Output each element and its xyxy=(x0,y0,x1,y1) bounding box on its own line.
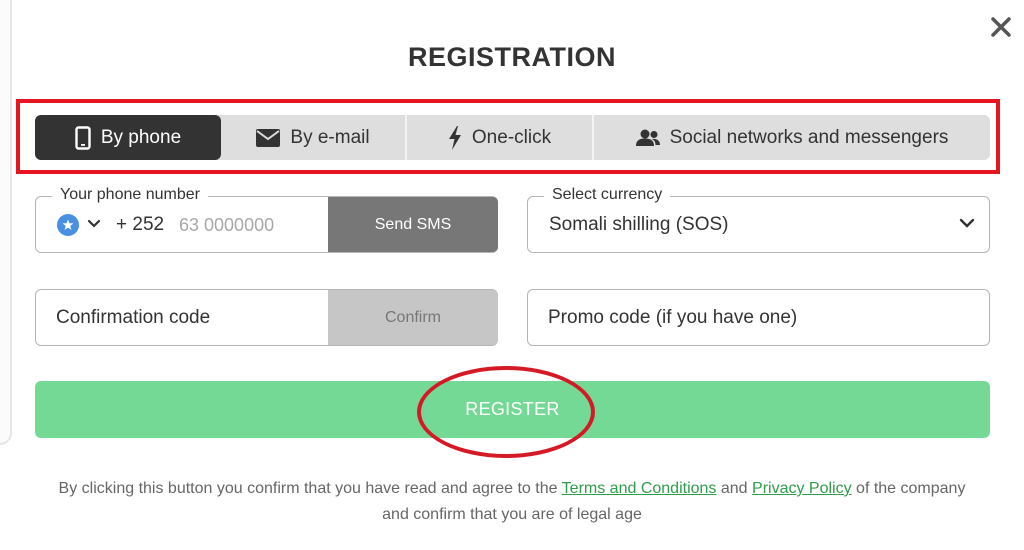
currency-selected-value: Somali shilling (SOS) xyxy=(549,214,729,235)
promo-code-input[interactable] xyxy=(548,304,968,332)
envelope-icon xyxy=(256,128,281,147)
tab-label: One-click xyxy=(471,126,552,148)
confirmation-code-field: Confirm xyxy=(35,289,498,346)
tab-label: By e-mail xyxy=(290,126,370,148)
dial-code: + 252 xyxy=(116,214,165,235)
terms-text-before: By clicking this button you confirm that… xyxy=(58,480,562,497)
phone-field-legend: Your phone number xyxy=(52,186,208,204)
lightning-icon xyxy=(448,125,461,150)
confirm-button[interactable]: Confirm xyxy=(328,290,498,345)
confirmation-code-input[interactable] xyxy=(56,304,316,332)
chevron-down-icon[interactable] xyxy=(87,219,101,229)
currency-field-legend: Select currency xyxy=(544,186,671,204)
privacy-policy-link[interactable]: Privacy Policy xyxy=(752,480,852,497)
phone-input[interactable] xyxy=(179,211,319,239)
somalia-flag-icon[interactable] xyxy=(57,214,79,236)
close-button[interactable] xyxy=(986,12,1016,42)
registration-tabs: By phone By e-mail One-click Social netw… xyxy=(35,115,990,160)
tab-one-click[interactable]: One-click xyxy=(407,115,594,160)
terms-notice: By clicking this button you confirm that… xyxy=(50,476,974,528)
tab-by-email[interactable]: By e-mail xyxy=(221,115,407,160)
terms-text-and: and xyxy=(716,480,753,497)
tab-by-phone[interactable]: By phone xyxy=(35,115,221,160)
phone-icon xyxy=(75,125,91,150)
chevron-down-icon xyxy=(959,218,975,228)
send-sms-button[interactable]: Send SMS xyxy=(328,197,498,252)
currency-select[interactable]: Select currency Somali shilling (SOS) xyxy=(527,186,990,253)
tab-label: By phone xyxy=(100,126,182,148)
register-button[interactable]: REGISTER xyxy=(35,381,990,438)
tab-social-networks[interactable]: Social networks and messengers xyxy=(594,115,990,160)
phone-field: Your phone number + 252 Send SMS xyxy=(35,186,498,253)
tab-label: Social networks and messengers xyxy=(669,126,949,148)
users-icon xyxy=(635,129,660,146)
terms-and-conditions-link[interactable]: Terms and Conditions xyxy=(562,480,717,497)
close-icon xyxy=(991,17,1011,37)
modal-title: REGISTRATION xyxy=(408,42,616,72)
promo-code-field xyxy=(527,289,990,346)
